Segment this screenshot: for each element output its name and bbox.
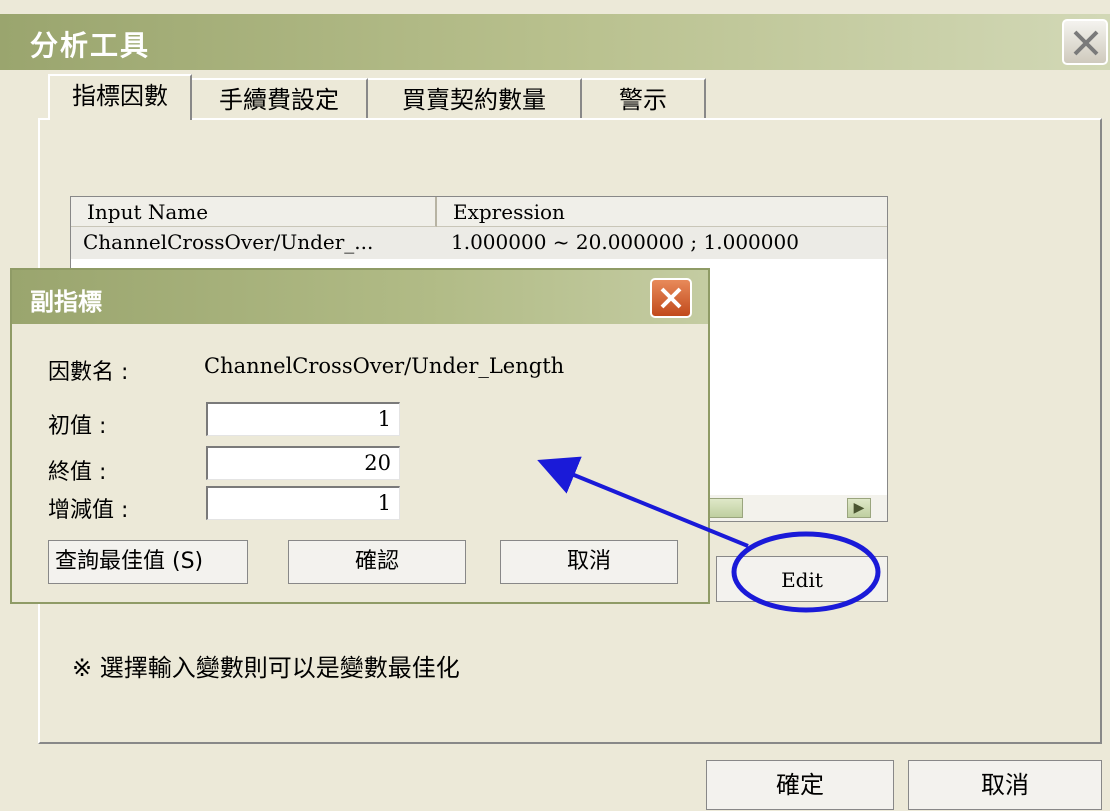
expression-cell: 1.000000 ~ 20.000000 ; 1.000000 [451, 230, 799, 254]
close-icon [660, 287, 682, 309]
close-icon [1073, 30, 1099, 56]
sub-dialog-close-button[interactable] [650, 278, 692, 318]
factor-name-value: ChannelCrossOver/Under_Length [204, 354, 565, 378]
window-close-button[interactable] [1062, 19, 1108, 65]
end-value-input[interactable]: 20 [206, 446, 400, 480]
confirm-button[interactable]: 確認 [288, 540, 466, 584]
ok-button[interactable]: 確定 [706, 760, 894, 810]
scroll-right-arrow-icon[interactable]: ▶ [847, 498, 871, 518]
step-value-label: 增減值 : [48, 498, 129, 523]
end-value-label: 終值 : [48, 460, 107, 485]
window-titlebar: 分析工具 [0, 14, 1110, 70]
initial-value-label: 初值 : [48, 414, 107, 439]
sub-dialog-titlebar: 副指標 [12, 270, 708, 324]
step-value-input[interactable]: 1 [206, 486, 400, 520]
cancel-button[interactable]: 取消 [908, 760, 1102, 810]
window-title: 分析工具 [30, 29, 151, 62]
table-row[interactable]: ChannelCrossOver/Under_... 1.000000 ~ 20… [71, 227, 887, 259]
column-header-expression[interactable]: Expression [437, 197, 887, 227]
sub-cancel-button[interactable]: 取消 [500, 540, 678, 584]
edit-button[interactable]: Edit [716, 556, 888, 602]
tab-fee-settings[interactable]: 手續費設定 [192, 78, 368, 120]
input-name-cell: ChannelCrossOver/Under_... [83, 230, 374, 254]
initial-value-input[interactable]: 1 [206, 402, 400, 436]
tab-contract-quantity[interactable]: 買賣契約數量 [368, 78, 582, 120]
tab-indicator-factors[interactable]: 指標因數 [48, 74, 192, 120]
column-header-input-name[interactable]: Input Name [71, 197, 437, 227]
sub-dialog-title: 副指標 [30, 288, 102, 316]
factor-name-label: 因數名 : [48, 360, 129, 385]
tab-alerts[interactable]: 警示 [582, 78, 706, 120]
optimization-note: ※ 選擇輸入變數則可以是變數最佳化 [72, 654, 460, 682]
sub-indicator-dialog: 副指標 因數名 : ChannelCrossOver/Under_Length … [10, 268, 710, 604]
query-best-button[interactable]: 查詢最佳值 (S) [48, 540, 248, 584]
